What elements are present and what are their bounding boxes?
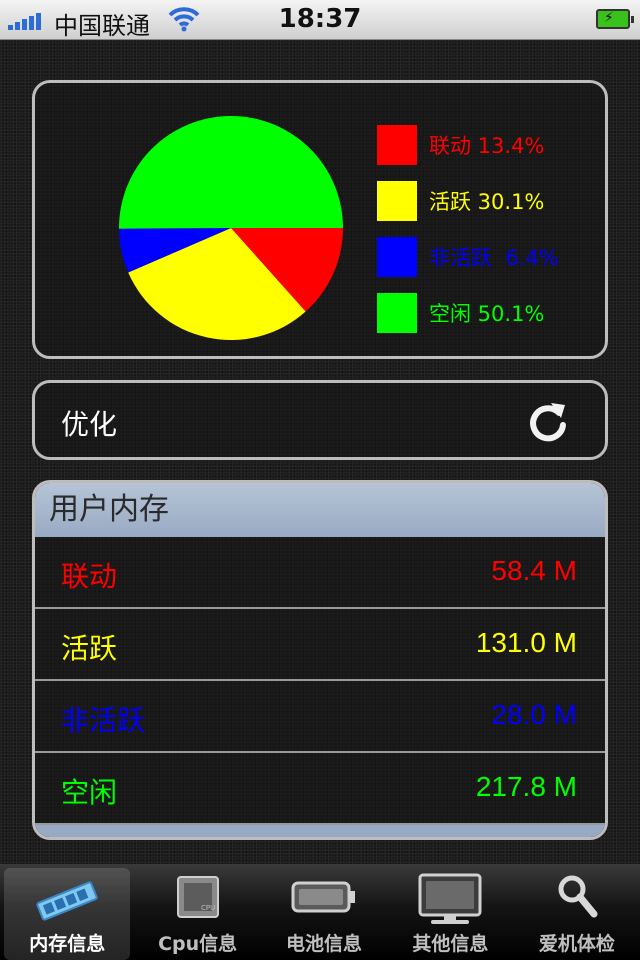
- legend-swatch: [377, 293, 417, 333]
- row-value: 131.0 M: [475, 627, 577, 658]
- memory-pie-chart: [119, 116, 343, 340]
- row-label: 非活跃: [61, 704, 146, 737]
- cpu-icon: CPU: [176, 876, 219, 918]
- tab-label: 电池信息: [286, 933, 363, 955]
- table-footer: [35, 825, 605, 837]
- legend-swatch: [377, 125, 417, 165]
- svg-text:CPU: CPU: [201, 904, 215, 912]
- tab-bar: 内存信息 CPU Cpu信息 电池信息 其他信息 爱机体检: [0, 864, 640, 960]
- tab-memory-info[interactable]: 内存信息: [4, 868, 131, 960]
- row-label: 联动: [61, 560, 118, 593]
- memory-chart-panel: 联动 13.4% 活跃 30.1% 非活跃 6.4% 空闲 50.1%: [32, 80, 608, 359]
- legend-label: 联动 13.4%: [429, 134, 545, 158]
- legend-label: 非活跃 6.4%: [429, 246, 559, 270]
- status-time: 18:37: [278, 4, 362, 34]
- tab-other-info[interactable]: 其他信息: [387, 864, 513, 960]
- row-label: 活跃: [61, 632, 118, 665]
- tab-phone-checkup[interactable]: 爱机体检: [514, 864, 640, 960]
- battery-icon: [291, 881, 356, 913]
- legend-item-free: 空闲 50.1%: [377, 285, 559, 341]
- status-bar: 中国联通 18:37 ⚡: [0, 0, 640, 40]
- battery-charging-icon: ⚡: [596, 9, 634, 29]
- optimize-button[interactable]: 优化: [32, 380, 608, 460]
- memory-chip-icon: [36, 881, 98, 921]
- legend-label: 活跃 30.1%: [429, 190, 545, 214]
- tab-label: 其他信息: [412, 933, 489, 955]
- chart-legend: 联动 13.4% 活跃 30.1% 非活跃 6.4% 空闲 50.1%: [377, 117, 559, 341]
- row-value: 28.0 M: [491, 699, 577, 730]
- tab-cpu-info[interactable]: CPU Cpu信息: [134, 864, 260, 960]
- tab-battery-info[interactable]: 电池信息: [261, 864, 387, 960]
- monitor-icon: [418, 873, 482, 924]
- table-row: 活跃 131.0 M: [35, 609, 605, 681]
- table-row: 空闲 217.8 M: [35, 753, 605, 825]
- pie-slice-3: [119, 116, 343, 229]
- table-row: 联动 58.4 M: [35, 537, 605, 609]
- refresh-icon[interactable]: [525, 399, 571, 445]
- user-memory-title: 用户内存: [35, 483, 605, 537]
- legend-item-inactive: 非活跃 6.4%: [377, 229, 559, 285]
- row-value: 58.4 M: [491, 555, 577, 586]
- row-value: 217.8 M: [475, 771, 577, 802]
- legend-item-linked: 联动 13.4%: [377, 117, 559, 173]
- legend-label: 空闲 50.1%: [429, 302, 545, 326]
- tab-label: 内存信息: [29, 933, 106, 955]
- legend-item-active: 活跃 30.1%: [377, 173, 559, 229]
- legend-swatch: [377, 237, 417, 277]
- tab-label: Cpu信息: [158, 933, 238, 955]
- row-label: 空闲: [61, 776, 118, 809]
- user-memory-panel: 用户内存 联动 58.4 M 活跃 131.0 M 非活跃 28.0 M 空闲 …: [32, 480, 608, 840]
- tab-label: 爱机体检: [538, 933, 615, 955]
- legend-swatch: [377, 181, 417, 221]
- magnifier-icon: [558, 875, 598, 918]
- optimize-label: 优化: [61, 408, 118, 441]
- table-row: 非活跃 28.0 M: [35, 681, 605, 753]
